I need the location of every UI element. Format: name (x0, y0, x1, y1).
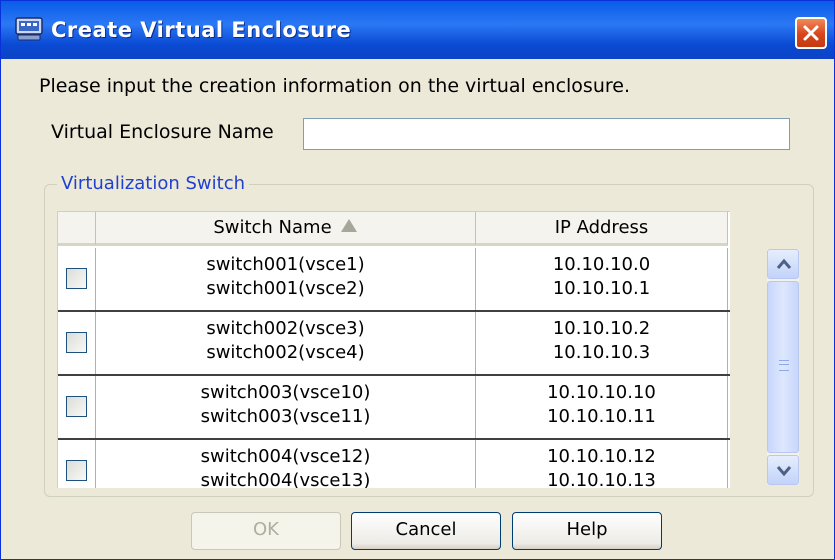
row-checkbox[interactable] (66, 396, 87, 417)
enclosure-name-input[interactable] (303, 118, 790, 150)
instruction-text: Please input the creation information on… (39, 75, 630, 97)
switch-name: switch001(vsce1) (206, 254, 365, 275)
ip-address: 10.10.10.12 (547, 446, 656, 467)
chevron-down-icon (776, 466, 792, 477)
switch-table: Switch Name IP Address switch001(vsce1) … (57, 211, 730, 488)
ip-address: 10.10.10.13 (547, 470, 656, 488)
row-checkbox[interactable] (66, 460, 87, 481)
switch-name: switch002(vsce3) (206, 318, 365, 339)
table-row[interactable]: switch002(vsce3) switch002(vsce4) 10.10.… (58, 312, 730, 376)
chevron-up-icon (776, 258, 792, 269)
ip-address: 10.10.10.1 (552, 278, 651, 299)
enclosure-name-label: Virtual Enclosure Name (51, 121, 274, 143)
switch-name-cell: switch004(vsce12) switch004(vsce13) (96, 440, 476, 488)
table-row[interactable]: switch001(vsce1) switch001(vsce2) 10.10.… (58, 248, 730, 312)
ip-address-cell: 10.10.10.0 10.10.10.1 (476, 248, 728, 310)
ip-address: 10.10.10.2 (552, 318, 651, 339)
header-select-column (58, 212, 96, 246)
row-checkbox[interactable] (66, 268, 87, 289)
switch-name: switch002(vsce4) (206, 342, 365, 363)
ip-address: 10.10.10.3 (552, 342, 651, 363)
switch-name: switch004(vsce12) (200, 446, 371, 467)
sort-ascending-icon (340, 212, 358, 244)
switch-name-cell: switch001(vsce1) switch001(vsce2) (96, 248, 476, 310)
close-icon (803, 25, 819, 41)
grip-icon (779, 360, 789, 371)
table-row[interactable]: switch003(vsce10) switch003(vsce11) 10.1… (58, 376, 730, 440)
ok-button[interactable]: OK (191, 512, 341, 550)
header-switch-name[interactable]: Switch Name (96, 212, 476, 246)
ip-address-cell: 10.10.10.2 10.10.10.3 (476, 312, 728, 374)
ip-address: 10.10.10.11 (547, 406, 656, 427)
create-virtual-enclosure-dialog: Create Virtual Enclosure Please input th… (0, 0, 835, 560)
switch-name-cell: switch003(vsce10) switch003(vsce11) (96, 376, 476, 438)
row-checkbox[interactable] (66, 332, 87, 353)
switch-name-header-label: Switch Name (213, 217, 332, 238)
group-title: Virtualization Switch (57, 173, 250, 194)
table-scrollbar[interactable] (767, 249, 799, 485)
help-button[interactable]: Help (512, 512, 662, 550)
switch-name: switch003(vsce11) (200, 406, 371, 427)
ip-address-cell: 10.10.10.10 10.10.10.11 (476, 376, 728, 438)
ip-address: 10.10.10.10 (547, 382, 656, 403)
switch-name: switch001(vsce2) (206, 278, 365, 299)
title-bar: Create Virtual Enclosure (1, 1, 834, 59)
scroll-thumb[interactable] (767, 281, 799, 453)
cancel-button[interactable]: Cancel (351, 512, 501, 550)
scroll-down-button[interactable] (767, 455, 799, 485)
table-header: Switch Name IP Address (58, 212, 730, 248)
table-row[interactable]: switch004(vsce12) switch004(vsce13) 10.1… (58, 440, 730, 488)
ip-address-cell: 10.10.10.12 10.10.10.13 (476, 440, 728, 488)
switch-name-cell: switch002(vsce3) switch002(vsce4) (96, 312, 476, 374)
switch-name: switch004(vsce13) (200, 470, 371, 488)
header-ip-address[interactable]: IP Address (476, 212, 728, 246)
scroll-up-button[interactable] (767, 249, 799, 279)
close-button[interactable] (795, 17, 827, 49)
switch-name: switch003(vsce10) (200, 382, 371, 403)
app-window-icon (15, 17, 43, 41)
ip-address: 10.10.10.0 (552, 254, 651, 275)
window-title: Create Virtual Enclosure (51, 18, 352, 42)
